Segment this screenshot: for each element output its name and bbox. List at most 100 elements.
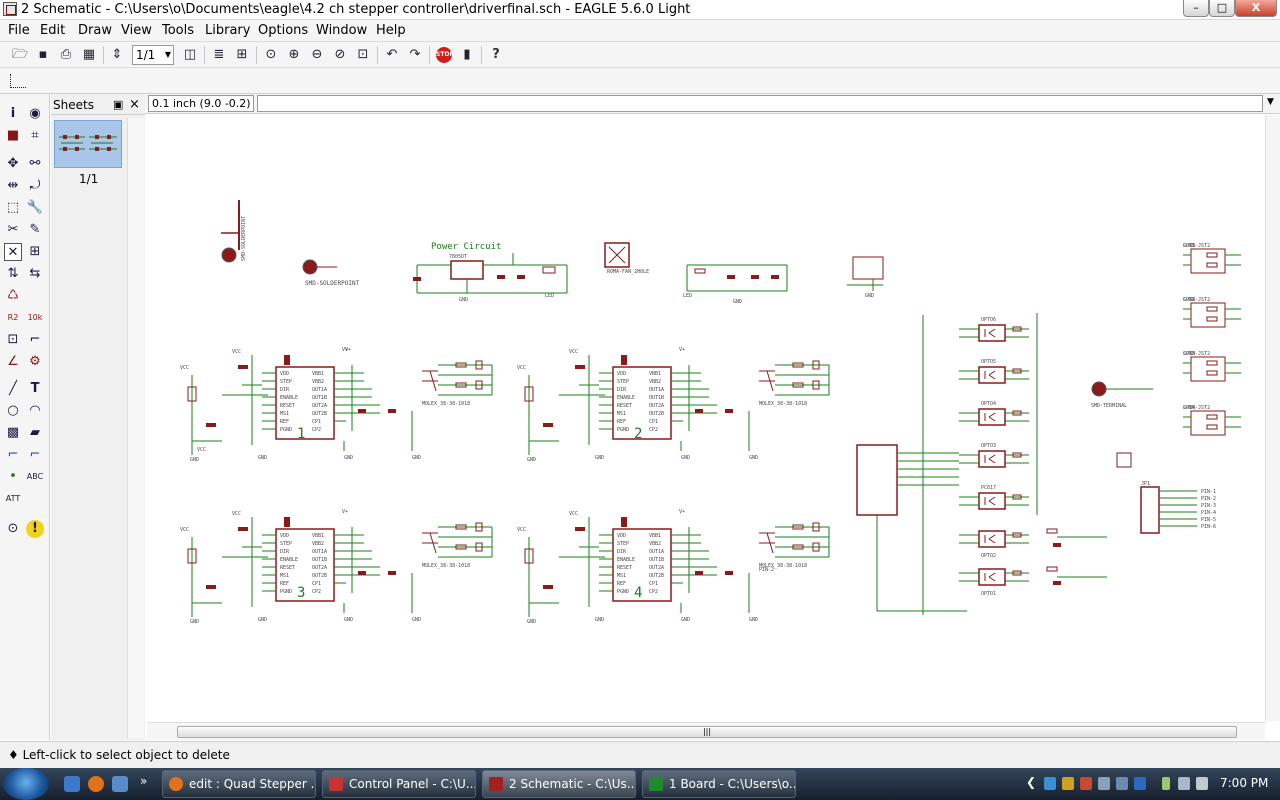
close-button[interactable]: X: [1235, 0, 1277, 17]
paste-icon[interactable]: ✎: [26, 221, 44, 239]
bus-icon[interactable]: ⌐: [4, 446, 22, 464]
rect-icon[interactable]: ▩: [4, 424, 22, 442]
cut-icon[interactable]: ✂: [4, 221, 22, 239]
rotate-icon[interactable]: ⤾: [26, 177, 44, 195]
attribute-icon[interactable]: ATT: [4, 490, 22, 508]
menu-help[interactable]: Help: [376, 23, 406, 38]
sheet-select[interactable]: 1/1 ▼: [132, 45, 174, 65]
taskbar-button-board[interactable]: 1 Board - C:\Users\o...: [642, 770, 796, 798]
network-icon[interactable]: [1178, 777, 1190, 790]
taskbar-button-firefox[interactable]: edit : Quad Stepper ...: [162, 770, 316, 798]
copy-icon[interactable]: ⚯: [26, 155, 44, 173]
zoom-redraw-icon[interactable]: ⊘: [332, 47, 348, 63]
mark-icon[interactable]: ⌗: [26, 127, 44, 145]
gateswap-icon[interactable]: ⇆: [26, 265, 44, 283]
junction-icon[interactable]: •: [4, 468, 22, 486]
tray-shield-icon[interactable]: [1062, 777, 1074, 790]
replace-icon[interactable]: ♺: [4, 287, 22, 305]
zoom-out-icon[interactable]: ⊖: [309, 47, 325, 63]
menu-window[interactable]: Window: [316, 23, 367, 38]
change-icon[interactable]: 🔧: [26, 199, 44, 217]
open-icon[interactable]: 🗁: [12, 47, 28, 63]
delete-icon[interactable]: ✕: [4, 243, 22, 261]
grid-icon[interactable]: [10, 74, 26, 88]
start-button[interactable]: [3, 768, 49, 800]
name-icon[interactable]: R2: [4, 309, 22, 327]
canvas-horizontal-scrollbar[interactable]: |||: [147, 722, 1265, 740]
miter-icon[interactable]: ⌐: [26, 331, 44, 349]
taskbar-button-schematic[interactable]: 2 Schematic - C:\Us...: [482, 770, 636, 798]
sheets-scrollbar[interactable]: [127, 118, 144, 738]
clock[interactable]: 7:00 PM: [1220, 776, 1268, 790]
undo-icon[interactable]: ↶: [384, 47, 400, 63]
sheet-thumbnail[interactable]: [54, 120, 122, 168]
invoke-icon[interactable]: ⚙: [26, 353, 44, 371]
tray-app-icon[interactable]: [1044, 777, 1056, 790]
horizontal-scroll-thumb[interactable]: |||: [177, 726, 1237, 738]
script-icon[interactable]: ≣: [211, 47, 227, 63]
erc-icon[interactable]: ⊙: [4, 520, 22, 538]
maximize-button[interactable]: □: [1209, 0, 1235, 17]
add-icon[interactable]: ⊞: [26, 243, 44, 261]
window-title: 2 Schematic - C:\Users\o\Documents\eagle…: [21, 2, 691, 17]
value-icon[interactable]: 10k: [26, 309, 44, 327]
minimize-button[interactable]: –: [1183, 0, 1209, 17]
info-icon[interactable]: i: [4, 105, 22, 123]
menu-draw[interactable]: Draw: [78, 23, 112, 38]
move-icon[interactable]: ✥: [4, 155, 22, 173]
arc-icon[interactable]: ◠: [26, 402, 44, 420]
firefox-icon[interactable]: [88, 776, 104, 792]
redo-icon[interactable]: ↷: [407, 47, 423, 63]
volume-icon[interactable]: [1196, 777, 1208, 790]
polygon-icon[interactable]: ▰: [26, 424, 44, 442]
close-panel-icon[interactable]: ×: [129, 97, 140, 112]
show-icon[interactable]: ◉: [26, 105, 44, 123]
stop-icon[interactable]: STOP: [436, 47, 454, 63]
battery-icon[interactable]: [1162, 777, 1170, 790]
label-icon[interactable]: ABC: [26, 468, 44, 486]
go-icon[interactable]: ▮: [459, 47, 475, 63]
help-icon[interactable]: ?: [488, 47, 504, 63]
menu-tools[interactable]: Tools: [162, 23, 194, 38]
net-icon[interactable]: ⌐: [26, 446, 44, 464]
chevron-down-icon[interactable]: ▼: [1267, 97, 1274, 107]
print-icon[interactable]: ⎙: [58, 47, 74, 63]
menu-options[interactable]: Options: [258, 23, 308, 38]
mirror-icon[interactable]: ⇹: [4, 177, 22, 195]
tray-printer-icon[interactable]: [1098, 777, 1110, 790]
zoom-in-icon[interactable]: ⊕: [286, 47, 302, 63]
errors-icon[interactable]: !: [26, 520, 44, 538]
circle-icon[interactable]: ○: [4, 402, 22, 420]
menu-view[interactable]: View: [121, 23, 152, 38]
text-icon[interactable]: T: [26, 380, 44, 398]
zoom-fit-icon[interactable]: ⊙: [263, 47, 279, 63]
taskbar-button-control-panel[interactable]: Control Panel - C:\U...: [322, 770, 476, 798]
tray-security-icon[interactable]: [1080, 777, 1092, 790]
quick-launch-chevron-icon[interactable]: »: [140, 774, 156, 790]
tray-expand-icon[interactable]: ❮: [1026, 775, 1036, 789]
sheet-icon[interactable]: ⇕: [109, 47, 125, 63]
canvas-vertical-scrollbar[interactable]: [1265, 115, 1280, 721]
smash-icon[interactable]: ⊡: [4, 331, 22, 349]
menu-file[interactable]: File: [8, 23, 30, 38]
float-panel-icon[interactable]: ▣: [113, 98, 123, 111]
show-desktop-icon[interactable]: [64, 776, 80, 792]
wire-icon[interactable]: ╱: [4, 380, 22, 398]
eagle-app-icon[interactable]: [3, 2, 17, 16]
save-icon[interactable]: ▪: [35, 47, 51, 63]
command-line-input[interactable]: [257, 95, 1263, 112]
menu-edit[interactable]: Edit: [40, 23, 65, 38]
cam-processor-icon[interactable]: ▦: [81, 47, 97, 63]
schematic-canvas[interactable]: VDD STEP DIR ENABLE RESET MS1 REF PGND VBB1 VB…: [147, 115, 1265, 721]
pinswap-icon[interactable]: ⇅: [4, 265, 22, 283]
display-icon[interactable]: ■: [4, 127, 22, 145]
explorer-icon[interactable]: [112, 776, 128, 792]
tray-bluetooth-icon[interactable]: [1134, 777, 1146, 790]
board-switch-icon[interactable]: ◫: [182, 47, 198, 63]
run-ulp-icon[interactable]: ⊞: [234, 47, 250, 63]
tray-monitor-icon[interactable]: [1116, 777, 1128, 790]
group-icon[interactable]: ⬚: [4, 199, 22, 217]
zoom-select-icon[interactable]: ⊡: [355, 47, 371, 63]
split-icon[interactable]: ∠: [4, 353, 22, 371]
menu-library[interactable]: Library: [205, 23, 250, 38]
